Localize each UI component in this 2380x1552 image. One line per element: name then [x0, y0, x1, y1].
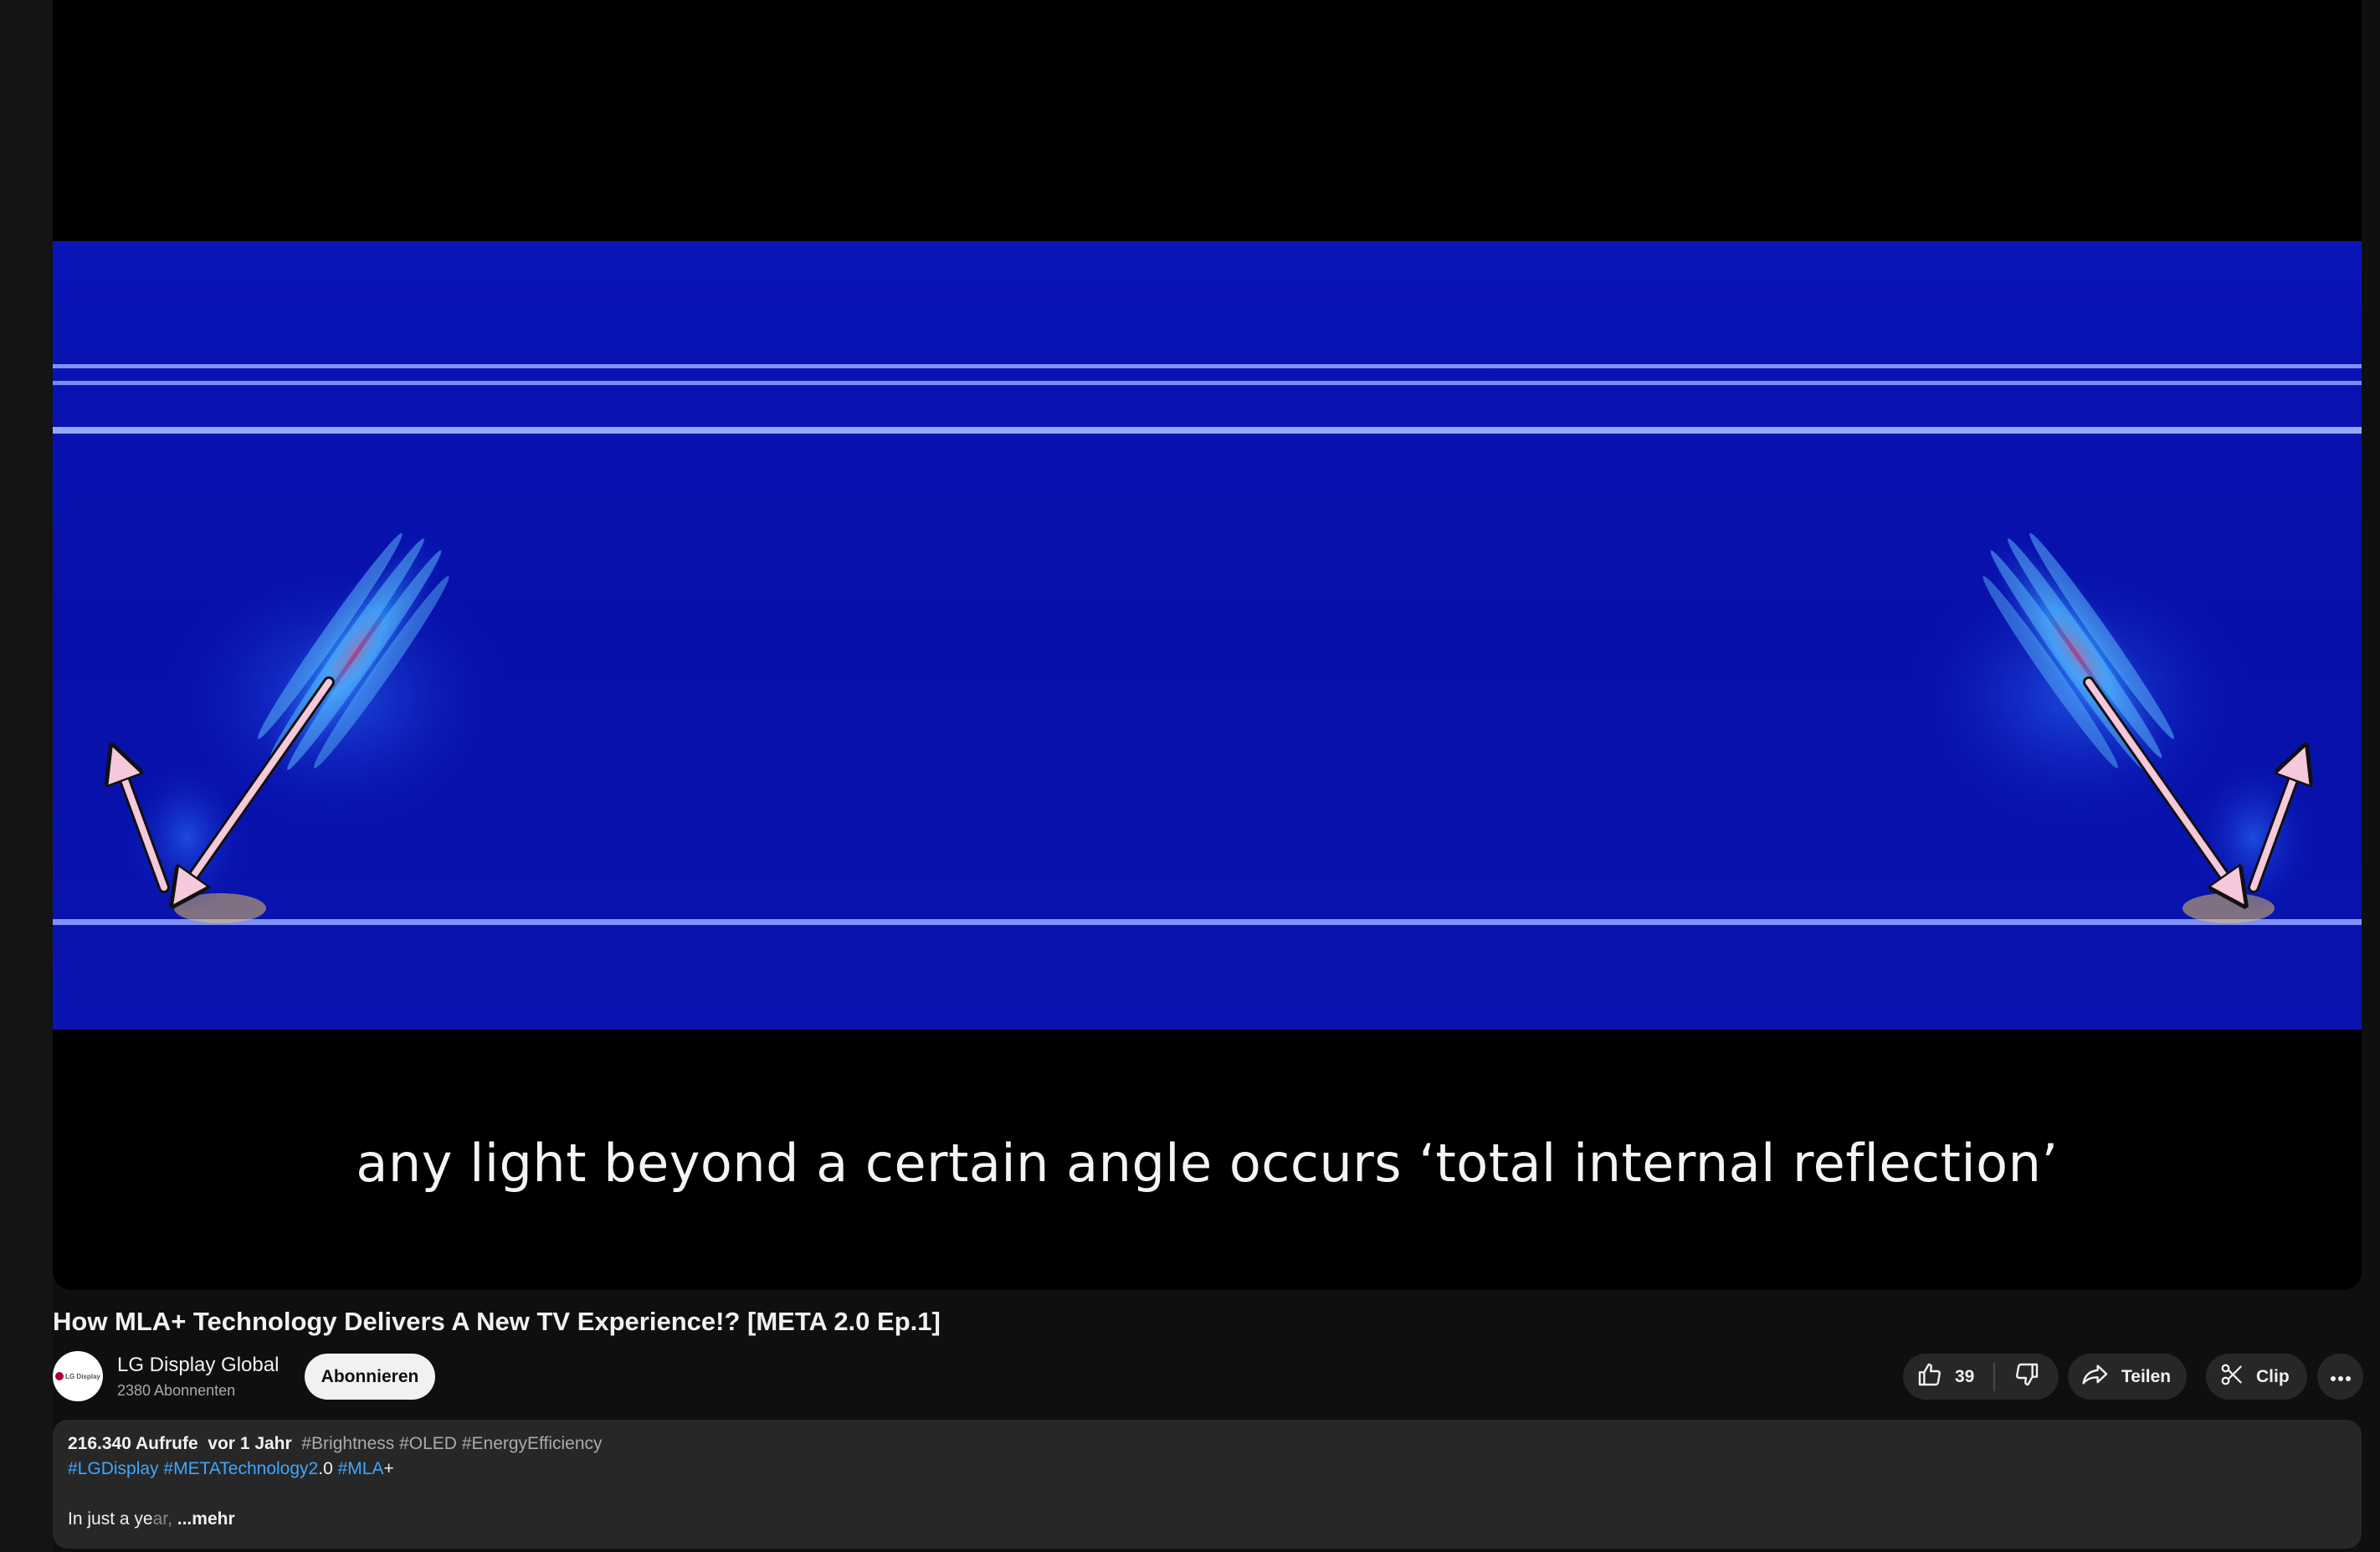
- video-caption: any light beyond a certain angle occurs …: [356, 1133, 2059, 1194]
- share-label: Teilen: [2121, 1366, 2172, 1386]
- subscribe-button[interactable]: Abonnieren: [305, 1354, 435, 1400]
- share-icon: [2081, 1361, 2110, 1393]
- description-snippet-faded: ar,: [152, 1509, 172, 1529]
- thumbs-up-icon: [1916, 1361, 1943, 1393]
- video-player[interactable]: any light beyond a certain angle occurs …: [53, 0, 2362, 1290]
- clip-button[interactable]: Clip: [2206, 1354, 2307, 1400]
- youtube-watch-page: any light beyond a certain angle occurs …: [0, 0, 2380, 1552]
- video-frame: [53, 241, 2362, 1030]
- thumbs-down-icon: [2013, 1361, 2040, 1393]
- hashtag-meta-suffix: .0: [318, 1459, 333, 1478]
- lg-logo-icon: LG Display: [55, 1372, 100, 1380]
- share-button[interactable]: Teilen: [2068, 1354, 2187, 1400]
- upload-age: vor 1 Jahr: [208, 1434, 292, 1453]
- like-button[interactable]: 39: [1903, 1354, 1993, 1400]
- more-actions-button[interactable]: [2317, 1354, 2363, 1400]
- subscriber-count: 2380 Abonnenten: [117, 1382, 236, 1399]
- more-icon: [2330, 1367, 2352, 1387]
- video-title: How MLA+ Technology Delivers A New TV Ex…: [53, 1307, 941, 1336]
- description-meta: 216.340 Aufrufe vor 1 Jahr #Brightness #…: [68, 1431, 2347, 1457]
- hashtag-energy-efficiency[interactable]: #EnergyEfficiency: [462, 1434, 603, 1453]
- show-more-link[interactable]: ...mehr: [177, 1509, 235, 1529]
- hashtag-metatechnology[interactable]: #METATechnology2: [163, 1459, 318, 1478]
- description-snippet: In just a ye: [68, 1509, 153, 1529]
- description-box[interactable]: 216.340 Aufrufe vor 1 Jahr #Brightness #…: [53, 1420, 2362, 1549]
- scissors-icon: [2219, 1362, 2244, 1392]
- like-count: 39: [1955, 1366, 1975, 1386]
- description-text: In just a year, ...mehr: [68, 1507, 2347, 1532]
- hashtag-lgdisplay[interactable]: #LGDisplay: [68, 1459, 159, 1478]
- like-dislike-group: 39: [1903, 1354, 2059, 1400]
- channel-avatar[interactable]: LG Display: [53, 1351, 103, 1401]
- hashtag-oled[interactable]: #OLED: [399, 1434, 457, 1453]
- hashtag-mla-suffix: +: [383, 1459, 394, 1478]
- description-hashtags: #LGDisplay #METATechnology2.0 #MLA+: [68, 1457, 2347, 1482]
- clip-label: Clip: [2256, 1366, 2290, 1386]
- left-gutter: [0, 0, 53, 1552]
- view-count: 216.340 Aufrufe: [68, 1434, 198, 1453]
- hashtag-brightness[interactable]: #Brightness: [301, 1434, 394, 1453]
- channel-name[interactable]: LG Display Global: [117, 1352, 279, 1379]
- dislike-button[interactable]: [1995, 1354, 2059, 1400]
- hashtag-mla[interactable]: #MLA: [338, 1459, 384, 1478]
